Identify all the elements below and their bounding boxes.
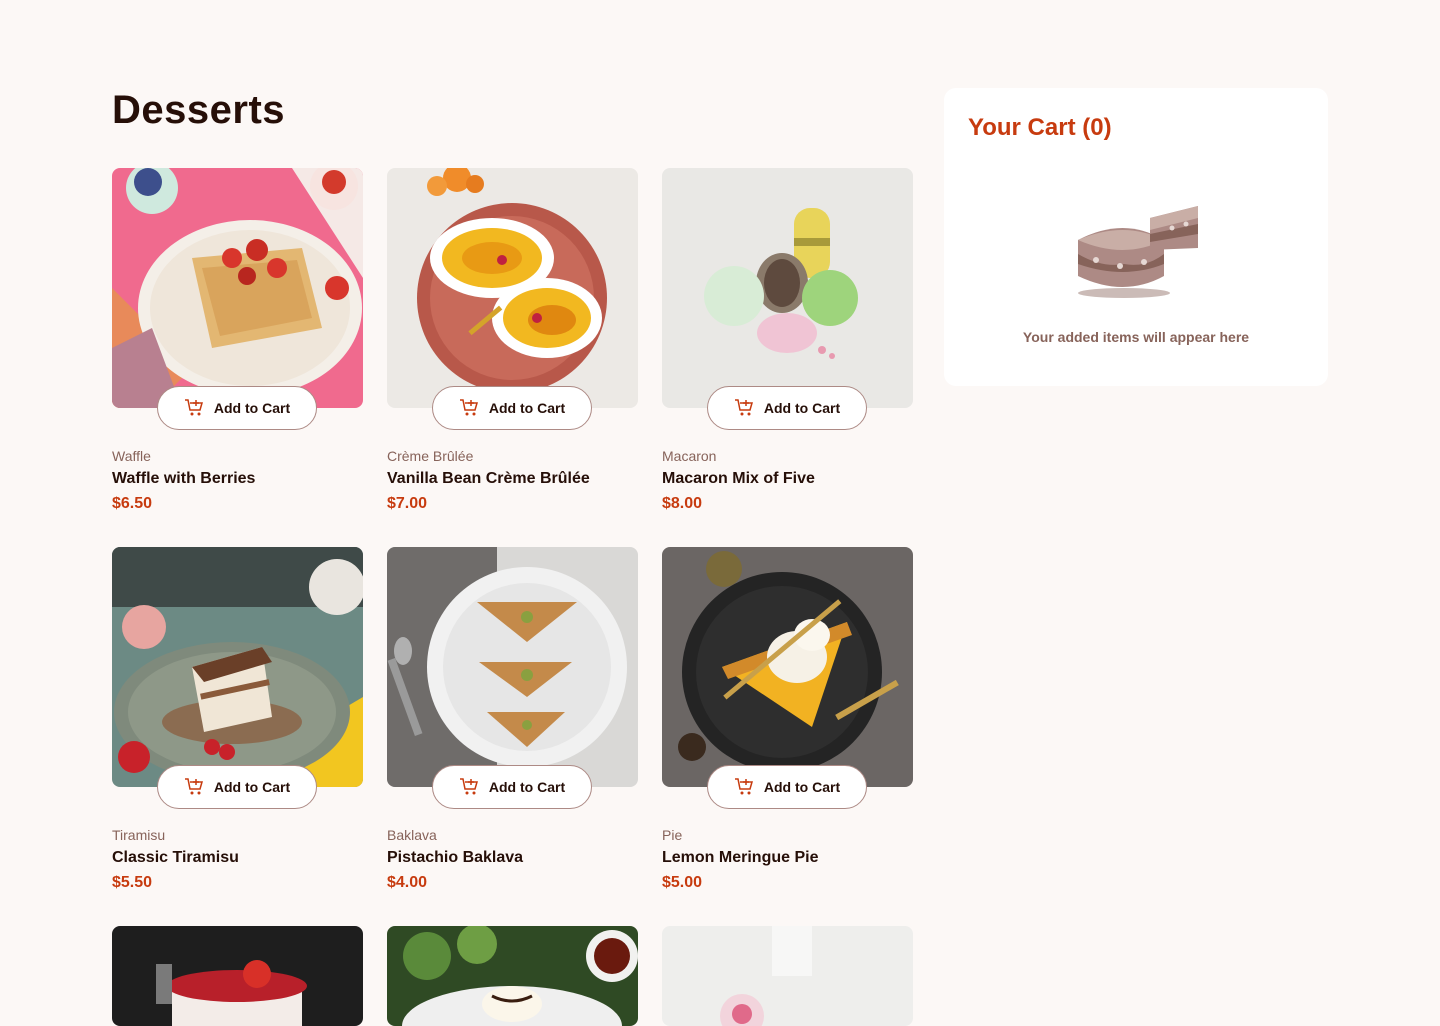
product-card: Add to Cart Crème Brûlée Vanilla Bean Cr…: [387, 168, 638, 512]
add-to-cart-button[interactable]: Add to Cart: [707, 386, 867, 430]
product-category: Macaron: [662, 448, 717, 464]
product-category: Waffle: [112, 448, 151, 464]
product-name: Waffle with Berries: [112, 470, 256, 487]
cart-add-icon: [734, 399, 753, 416]
page-title: Desserts: [112, 88, 286, 132]
product-name: Vanilla Bean Crème Brûlée: [387, 470, 590, 487]
product-image-creme-brulee: [387, 168, 638, 408]
product-image-cake: [112, 926, 363, 1026]
add-to-cart-button[interactable]: Add to Cart: [432, 765, 592, 809]
product-price: $4.00: [387, 874, 428, 891]
add-to-cart-button[interactable]: Add to Cart: [707, 765, 867, 809]
product-price: $5.00: [662, 874, 703, 891]
cart-add-icon: [184, 778, 203, 795]
cake-icon: [1078, 206, 1198, 298]
product-name: Lemon Meringue Pie: [662, 849, 819, 866]
product-name: Pistachio Baklava: [387, 849, 524, 866]
product-category: Crème Brûlée: [387, 448, 474, 464]
product-image-macaron: [662, 168, 913, 408]
add-to-cart-button[interactable]: Add to Cart: [157, 765, 317, 809]
product-image-waffle: [112, 168, 363, 408]
product-image-baklava: [387, 547, 638, 787]
cart-title: Your Cart (0): [968, 114, 1112, 141]
cart-add-icon: [459, 778, 478, 795]
product-image-brownie: [387, 926, 638, 1026]
product-price: $6.50: [112, 495, 153, 512]
product-card: [112, 926, 363, 1026]
product-card: [387, 926, 638, 1026]
product-card: Add to Cart Pie Lemon Meringue Pie $5.00: [662, 547, 913, 891]
product-image-panna-cotta: [662, 926, 913, 1026]
cart-add-icon: [734, 778, 753, 795]
product-card: Add to Cart Waffle Waffle with Berries $…: [112, 168, 363, 512]
product-card: [662, 926, 913, 1026]
add-to-cart-button[interactable]: Add to Cart: [432, 386, 592, 430]
product-name: Classic Tiramisu: [112, 849, 239, 866]
product-card: Add to Cart Tiramisu Classic Tiramisu $5…: [112, 547, 363, 891]
product-price: $5.50: [112, 874, 153, 891]
cart-add-icon: [459, 399, 478, 416]
cart-add-icon: [184, 399, 203, 416]
product-category: Pie: [662, 827, 683, 843]
product-image-tiramisu: [112, 547, 363, 787]
add-to-cart-button[interactable]: Add to Cart: [157, 386, 317, 430]
product-image-pie: [662, 547, 913, 787]
cart-panel: Your Cart (0) Your added items will appe…: [944, 88, 1328, 386]
cart-empty-message: Your added items will appear here: [1022, 329, 1250, 345]
product-price: $7.00: [387, 495, 428, 512]
product-price: $8.00: [662, 495, 703, 512]
product-category: Baklava: [387, 827, 437, 843]
product-card: Add to Cart Baklava Pistachio Baklava $4…: [387, 547, 638, 891]
product-name: Macaron Mix of Five: [662, 470, 815, 487]
product-category: Tiramisu: [112, 827, 166, 843]
product-card: Add to Cart Macaron Macaron Mix of Five …: [662, 168, 913, 512]
